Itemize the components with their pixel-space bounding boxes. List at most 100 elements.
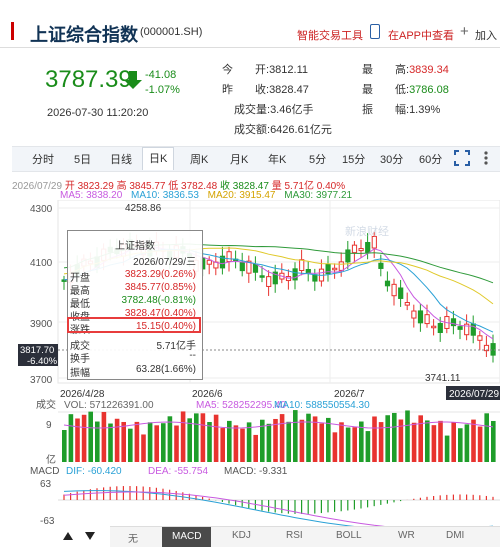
y-tick-3900: 3900 [30, 319, 53, 330]
open-in-app-link[interactable]: 在APP中查看 [388, 27, 454, 43]
field-label: 最 低: [362, 84, 410, 96]
tab-15min[interactable]: 15分 [342, 151, 365, 167]
volume-bar [68, 414, 74, 462]
macd-dea: DEA: -55.754 [148, 466, 208, 477]
field-value: 3.46亿手 [270, 104, 314, 116]
volume-bar [154, 425, 159, 462]
volume-bar [75, 418, 80, 462]
macd-label: MACD [30, 466, 59, 477]
tooltip-date: 2026/07/29/三 [133, 257, 196, 268]
volume-bar [279, 414, 285, 462]
candle-body [299, 259, 305, 272]
volume-bar [418, 415, 423, 462]
candle-body [431, 325, 437, 329]
volume-bar [431, 425, 437, 462]
add-watchlist-link[interactable]: 加入 [475, 27, 497, 43]
volume-bar [180, 411, 186, 462]
tab-monthly-k[interactable]: 月K [230, 151, 248, 167]
volume-bar [392, 412, 397, 462]
tab-yearly-k[interactable]: 年K [268, 151, 286, 167]
candle-body [351, 244, 358, 254]
volume-bar [121, 421, 126, 462]
volume-bar [464, 424, 470, 462]
indicator-tab-macd[interactable]: MACD [162, 527, 212, 547]
price-change-pct: -1.07% [145, 84, 180, 96]
macd-axis-bottom: -63 [40, 516, 55, 526]
candle-body [206, 259, 212, 265]
tab-30min[interactable]: 30分 [380, 151, 403, 167]
field-label: 振 幅: [362, 104, 410, 116]
candle-body [378, 262, 384, 269]
field-label: 成交量: [234, 104, 271, 116]
tab-intraday[interactable]: 分时 [32, 151, 54, 167]
index-code: (000001.SH) [140, 26, 203, 38]
tooltip-key: 振幅 [70, 368, 90, 379]
field-high: 最 高:3839.34 [362, 61, 449, 77]
more-icon[interactable] [482, 150, 490, 166]
arrow-up-icon[interactable] [62, 530, 74, 542]
volume-bar [147, 422, 153, 462]
arrow-down-icon[interactable] [84, 530, 96, 542]
page-header: 上证综合指数 (000001.SH) 智能交易工具 在APP中查看 + 加入 [0, 18, 500, 50]
field-open: 今 开:3812.11 [222, 61, 308, 77]
volume-bar [128, 428, 133, 462]
volume-bar [477, 426, 483, 462]
candle-body [226, 251, 232, 262]
tooltip-row: 最高 3845.77(0.85%) [70, 282, 200, 297]
tab-line[interactable]: 日线 [110, 151, 132, 167]
macd-value: MACD: -9.331 [224, 466, 288, 477]
candle-body [450, 318, 457, 327]
field-label: 昨 收: [222, 84, 270, 96]
vol-label: 成交 [36, 398, 56, 411]
field-label: 最 高: [362, 64, 410, 76]
volume-bar [200, 413, 206, 462]
volume-bar [213, 414, 219, 462]
field-value: 3812.11 [269, 64, 309, 76]
volume-bar [299, 419, 305, 462]
volume-bar [161, 423, 166, 462]
field-label: 成交额: [234, 124, 271, 136]
indicator-tab-none[interactable]: 无 [128, 530, 138, 545]
volume-bar [352, 427, 357, 462]
tab-60min[interactable]: 60分 [419, 151, 442, 167]
watermark: 新浪财经 [345, 224, 389, 238]
candle-body [411, 310, 417, 319]
volume-bar [266, 423, 272, 462]
price-change: -41.08 [145, 69, 177, 81]
indicator-tab-rsi[interactable]: RSI [286, 530, 303, 541]
indicator-tab-boll[interactable]: BOLL [336, 530, 362, 541]
indicator-tab-wr[interactable]: WR [398, 530, 415, 541]
volume-bar [484, 413, 489, 462]
vol-axis-top: 9 [46, 420, 52, 431]
candle-body [239, 262, 245, 272]
tooltip-row: 成交 5.71亿手 [70, 337, 200, 352]
indicator-tab-kdj[interactable]: KDJ [232, 530, 251, 541]
tooltip-value: 3845.77(0.85%) [124, 282, 196, 293]
indicator-tab-dmi[interactable]: DMI [446, 530, 464, 541]
indicator-tabs: 无 MACD KDJ RSI BOLL WR DMI [110, 526, 500, 547]
x-label-jul: 2026/7 [334, 389, 365, 400]
candle-body [338, 261, 344, 271]
plus-icon[interactable]: + [460, 23, 469, 40]
candle-body [457, 326, 463, 330]
tab-weekly-k[interactable]: 周K [190, 151, 208, 167]
volume-bar [425, 420, 430, 462]
high-annotation: 4258.86 [125, 203, 162, 214]
candle-body [365, 241, 371, 254]
y-tick-4100: 4100 [30, 258, 53, 269]
divider [0, 47, 500, 48]
x-label-start: 2026/4/28 [60, 389, 105, 400]
volume-bar [471, 419, 476, 462]
current-price-label: 3817.70 [20, 345, 54, 356]
vol-axis-bottom: 亿 [46, 453, 56, 466]
tab-5day[interactable]: 5日 [74, 151, 91, 167]
fullscreen-icon[interactable] [454, 150, 470, 166]
tab-5min[interactable]: 5分 [309, 151, 326, 167]
volume-bar [458, 428, 463, 462]
smart-trade-link[interactable]: 智能交易工具 [297, 27, 363, 43]
volume-bar [405, 410, 410, 462]
volume-bar [88, 411, 93, 462]
tab-daily-k[interactable]: 日K [142, 147, 175, 170]
field-value: 3839.34 [409, 64, 449, 76]
field-turnover: 成交额:6426.61亿元 [234, 121, 332, 137]
